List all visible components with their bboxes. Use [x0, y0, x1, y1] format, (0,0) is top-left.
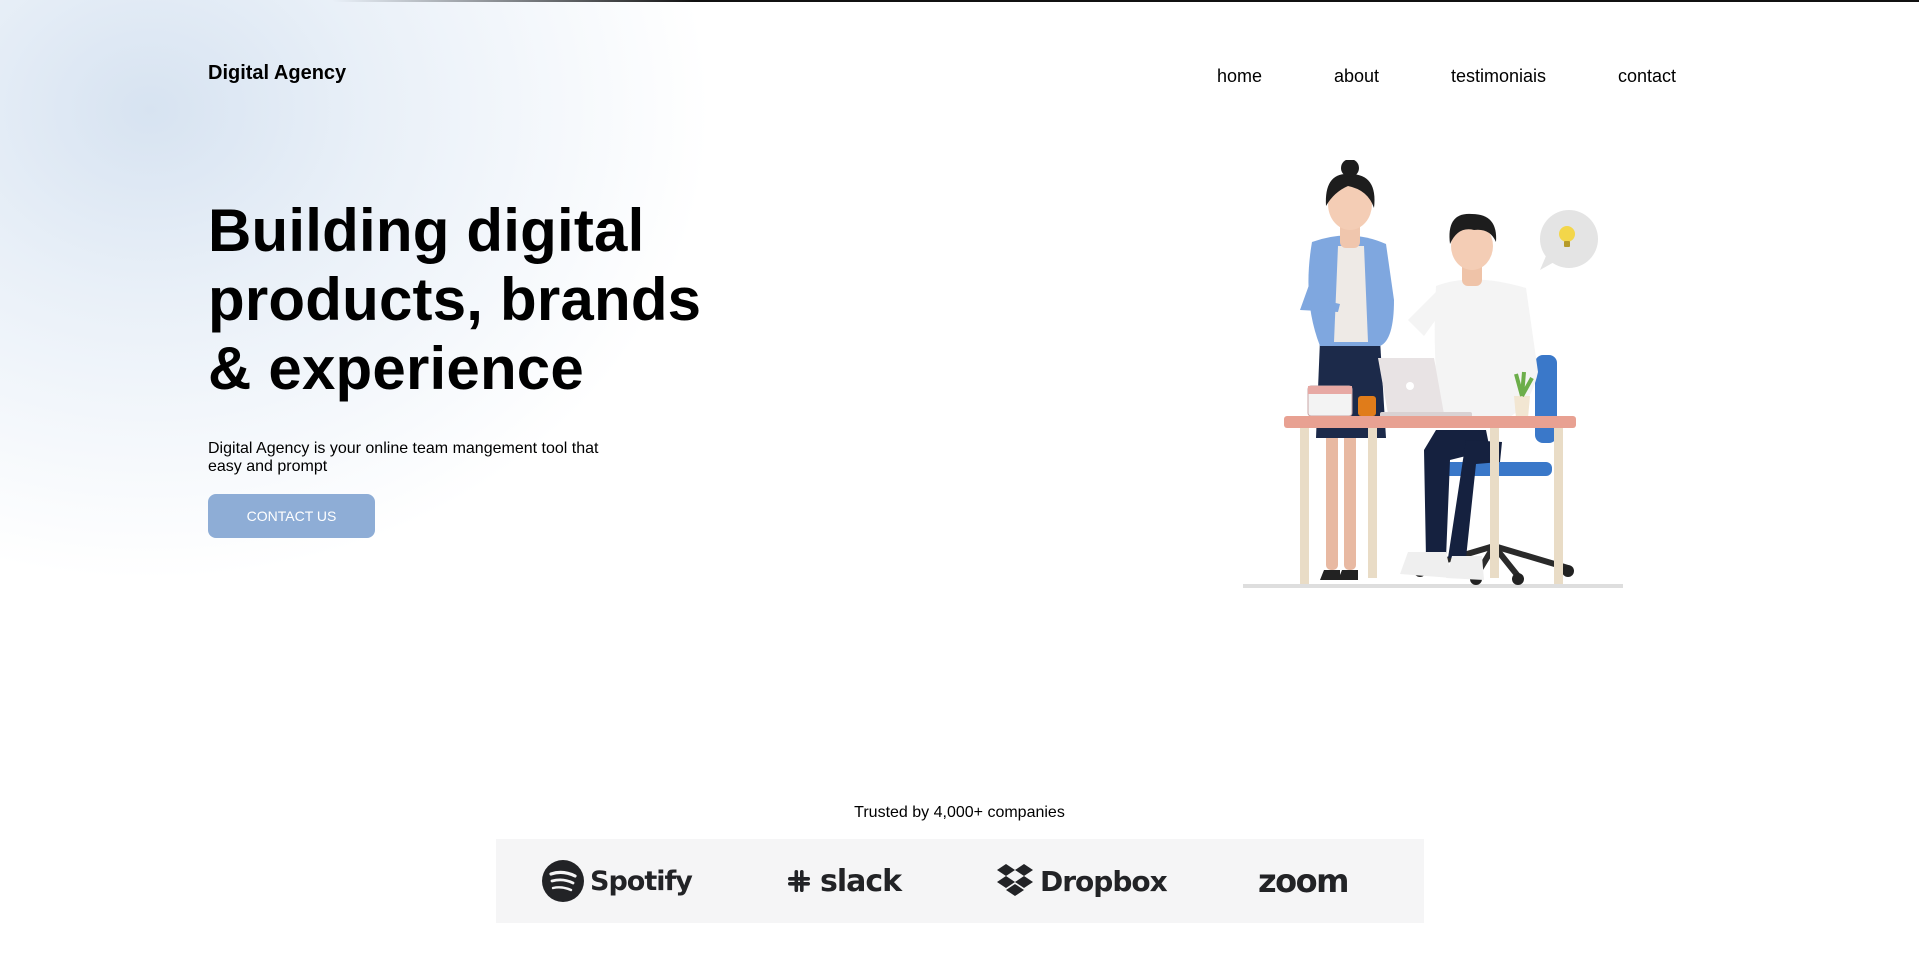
nav-about[interactable]: about — [1334, 66, 1379, 87]
spotify-icon — [542, 860, 584, 902]
nav-testimonials[interactable]: testimoniais — [1451, 66, 1546, 87]
slack-icon — [788, 870, 810, 892]
nav-contact[interactable]: contact — [1618, 66, 1676, 87]
partner-logo-slack: slack — [784, 839, 902, 923]
woman-figure — [1300, 160, 1394, 580]
nav-home[interactable]: home — [1217, 66, 1262, 87]
slack-wordmark: slack — [820, 863, 902, 899]
partner-logo-spotify: Spotify — [542, 839, 693, 923]
partner-logo-dropbox: Dropbox — [996, 839, 1168, 923]
dropbox-wordmark: Dropbox — [1040, 864, 1168, 898]
hero-title-line-3: & experience — [208, 335, 584, 402]
contact-us-button[interactable]: CONTACT US — [208, 494, 375, 538]
floor-line — [1243, 584, 1623, 588]
trusted-by-label: Trusted by 4,000+ companies — [854, 804, 1065, 821]
partner-logo-zoom: zoom — [1258, 839, 1349, 923]
lightbulb-icon — [1540, 210, 1598, 270]
hero-title-line-1: Building digital — [208, 197, 645, 264]
office-team-illustration — [1243, 160, 1623, 588]
spotify-wordmark: Spotify — [590, 865, 693, 897]
hero-title: Building digital products, brands & expe… — [208, 196, 768, 403]
hero-description: Digital Agency is your online team mange… — [208, 440, 599, 475]
dropbox-icon — [997, 864, 1033, 896]
hero-title-line-2: products, brands — [208, 266, 702, 333]
site-logo[interactable]: Digital Agency — [208, 62, 346, 85]
partner-logos-strip: Spotify slack Dropbox zoom — [496, 839, 1424, 923]
zoom-wordmark: zoom — [1258, 862, 1349, 900]
